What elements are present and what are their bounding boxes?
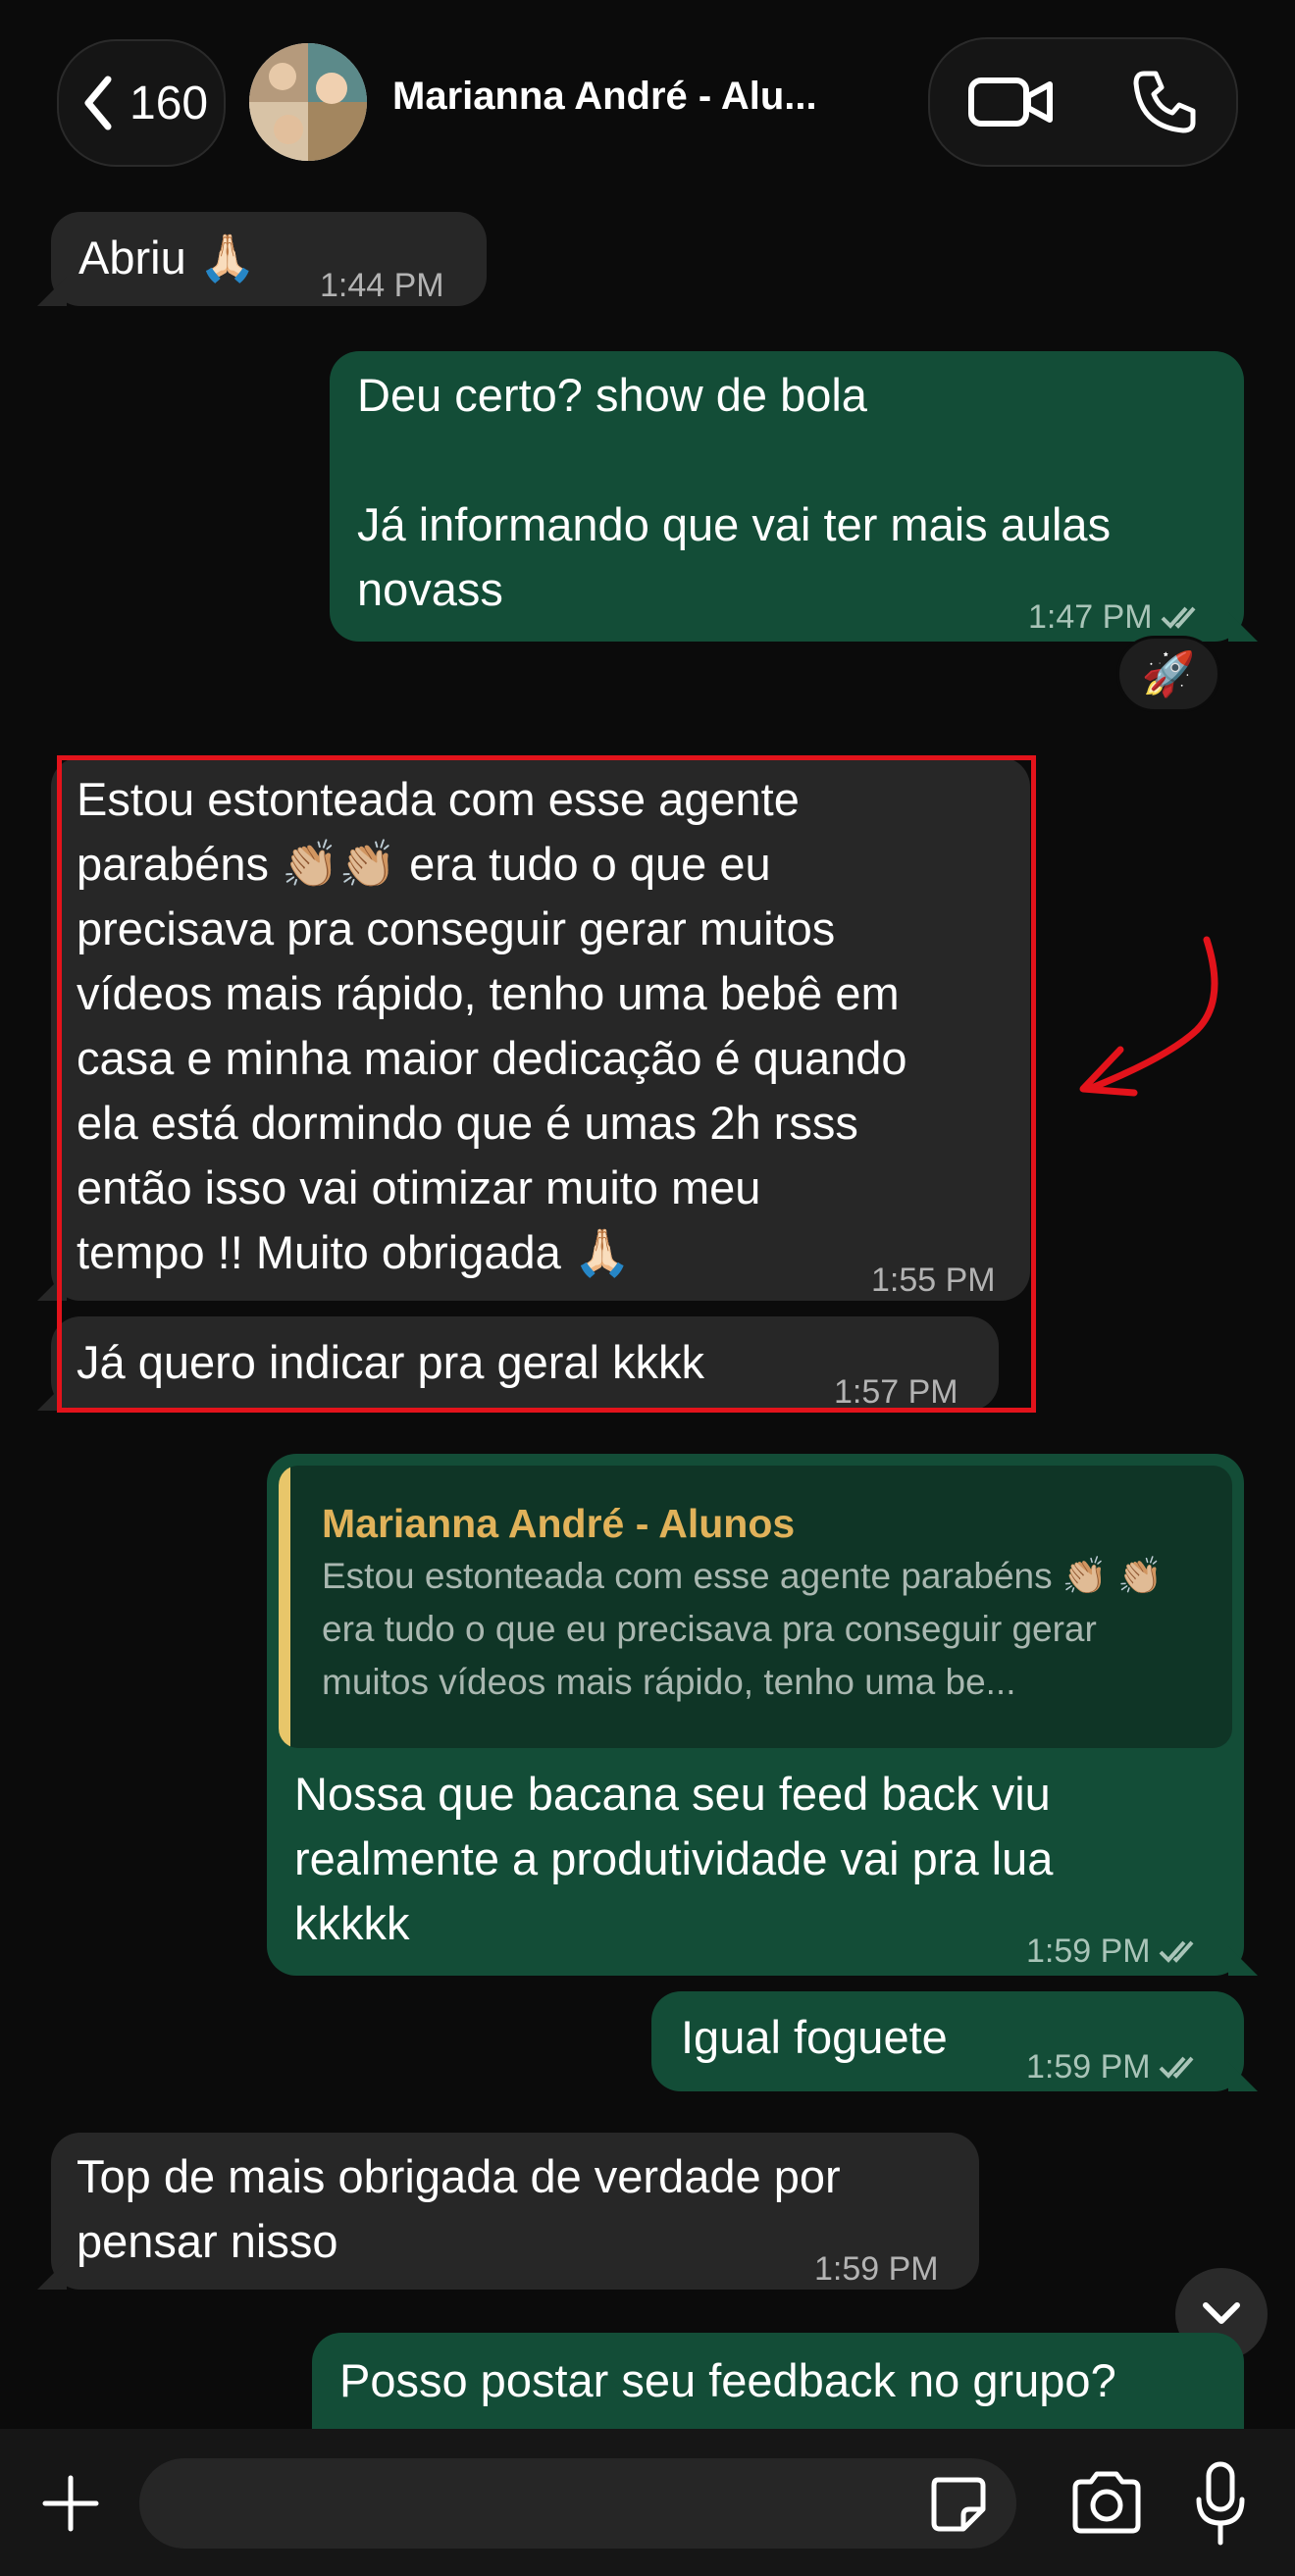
message-outgoing[interactable]: Marianna André - Alunos Estou estonteada… bbox=[267, 1454, 1258, 1976]
message-time-row: 1:59 PM bbox=[1026, 2035, 1204, 2099]
back-button[interactable]: 160 bbox=[57, 39, 226, 167]
message-outgoing[interactable]: Igual foguete 1:59 PM bbox=[651, 1991, 1258, 2091]
message-incoming[interactable]: Top de mais obrigada de verdade por pens… bbox=[37, 2133, 979, 2290]
message-input[interactable] bbox=[139, 2458, 1016, 2549]
video-call-icon[interactable] bbox=[967, 73, 1056, 131]
double-check-icon bbox=[1159, 2056, 1194, 2079]
camera-icon[interactable] bbox=[1067, 2468, 1146, 2537]
plus-icon[interactable] bbox=[39, 2472, 102, 2535]
bubble-tail bbox=[1228, 612, 1258, 642]
chevron-left-icon bbox=[84, 76, 112, 130]
message-text: Deu certo? show de bola Já informando qu… bbox=[357, 369, 1112, 615]
quote-author: Marianna André - Alunos bbox=[322, 1501, 796, 1546]
message-incoming[interactable]: Abriu 🙏🏻 1:44 PM bbox=[37, 212, 487, 306]
highlight-box bbox=[57, 755, 1036, 1413]
message-text: Abriu 🙏🏻 bbox=[78, 232, 257, 283]
message-time: 1:59 PM bbox=[1026, 2048, 1151, 2086]
quote-text: Estou estonteada com esse agente parabén… bbox=[322, 1556, 1164, 1702]
bubble-tail bbox=[37, 2260, 67, 2290]
quoted-message[interactable]: Marianna André - Alunos Estou estonteada… bbox=[279, 1466, 1232, 1748]
message-time-row: 1:59 PM bbox=[1026, 1919, 1204, 1984]
message-text: Igual foguete bbox=[681, 2011, 948, 2063]
quote-bar bbox=[279, 1466, 290, 1748]
bubble-tail bbox=[1228, 1946, 1258, 1976]
message-text: Top de mais obrigada de verdade por pens… bbox=[77, 2150, 841, 2267]
red-arrow-annotation bbox=[1079, 936, 1218, 1097]
microphone-icon[interactable] bbox=[1193, 2460, 1248, 2549]
message-time: 1:47 PM bbox=[1028, 598, 1153, 636]
chevron-down-icon bbox=[1203, 2302, 1240, 2324]
double-check-icon bbox=[1159, 1940, 1194, 1963]
bubble-tail bbox=[37, 277, 67, 306]
group-avatar[interactable] bbox=[249, 43, 367, 161]
message-outgoing[interactable]: Posso postar seu feedback no grupo? bbox=[312, 2333, 1244, 2441]
message-text: Posso postar seu feedback no grupo? bbox=[339, 2354, 1116, 2406]
call-actions bbox=[928, 37, 1238, 167]
double-check-icon bbox=[1161, 606, 1196, 629]
phone-call-icon[interactable] bbox=[1130, 68, 1199, 136]
bubble-tail bbox=[1228, 2062, 1258, 2091]
message-outgoing[interactable]: Deu certo? show de bola Já informando qu… bbox=[330, 351, 1258, 642]
sticker-icon[interactable] bbox=[926, 2472, 989, 2535]
message-time: 1:59 PM bbox=[814, 2250, 939, 2288]
chat-title[interactable]: Marianna André - Alu... bbox=[392, 75, 903, 119]
reaction-badge[interactable]: 🚀 bbox=[1116, 636, 1220, 712]
message-text: Nossa que bacana seu feed back viu realm… bbox=[294, 1768, 1054, 1949]
message-time: 1:44 PM bbox=[320, 267, 444, 304]
unread-count: 160 bbox=[130, 77, 209, 129]
message-time: 1:59 PM bbox=[1026, 1932, 1151, 1970]
